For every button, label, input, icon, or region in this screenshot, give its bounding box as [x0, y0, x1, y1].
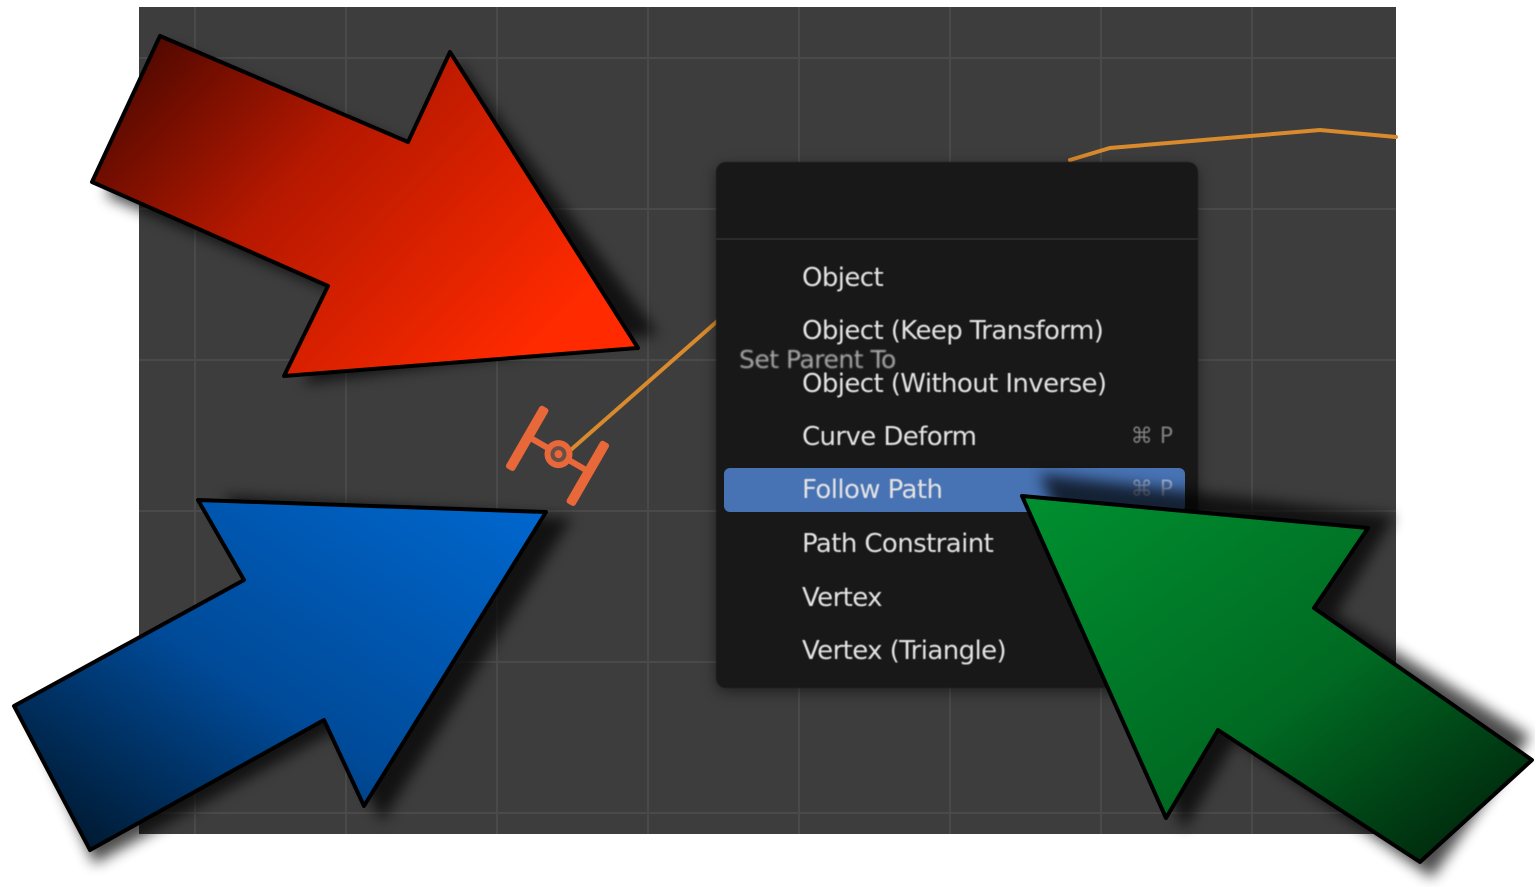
menu-item-shortcut: ⌘ P: [1130, 477, 1173, 502]
menu-separator: [716, 238, 1198, 240]
menu-item-label: Object (Keep Transform): [802, 316, 1104, 346]
menu-item-label: Path Constraint: [802, 529, 994, 559]
menu-item-vertex-triangle[interactable]: Vertex (Triangle): [724, 629, 1185, 673]
menu-item-label: Follow Path: [802, 475, 943, 505]
menu-item-object-without-inverse[interactable]: Object (Without Inverse): [724, 362, 1185, 406]
menu-item-vertex[interactable]: Vertex: [724, 576, 1185, 620]
menu-item-follow-path[interactable]: Follow Path ⌘ P: [724, 468, 1185, 512]
menu-item-label: Object: [802, 263, 884, 293]
menu-item-label: Curve Deform: [802, 422, 977, 452]
tie-fighter-object-icon[interactable]: [505, 405, 610, 507]
menu-item-curve-deform[interactable]: Curve Deform ⌘ P: [724, 415, 1185, 459]
menu-item-path-constraint[interactable]: Path Constraint: [724, 522, 1185, 566]
menu-item-label: Object (Without Inverse): [802, 369, 1107, 399]
menu-item-shortcut: ⌘ P: [1130, 424, 1173, 449]
menu-item-label: Vertex: [802, 583, 883, 613]
menu-item-object-keep-transform[interactable]: Object (Keep Transform): [724, 309, 1185, 353]
menu-item-label: Vertex (Triangle): [802, 636, 1007, 666]
menu-item-object[interactable]: Object: [724, 256, 1185, 300]
